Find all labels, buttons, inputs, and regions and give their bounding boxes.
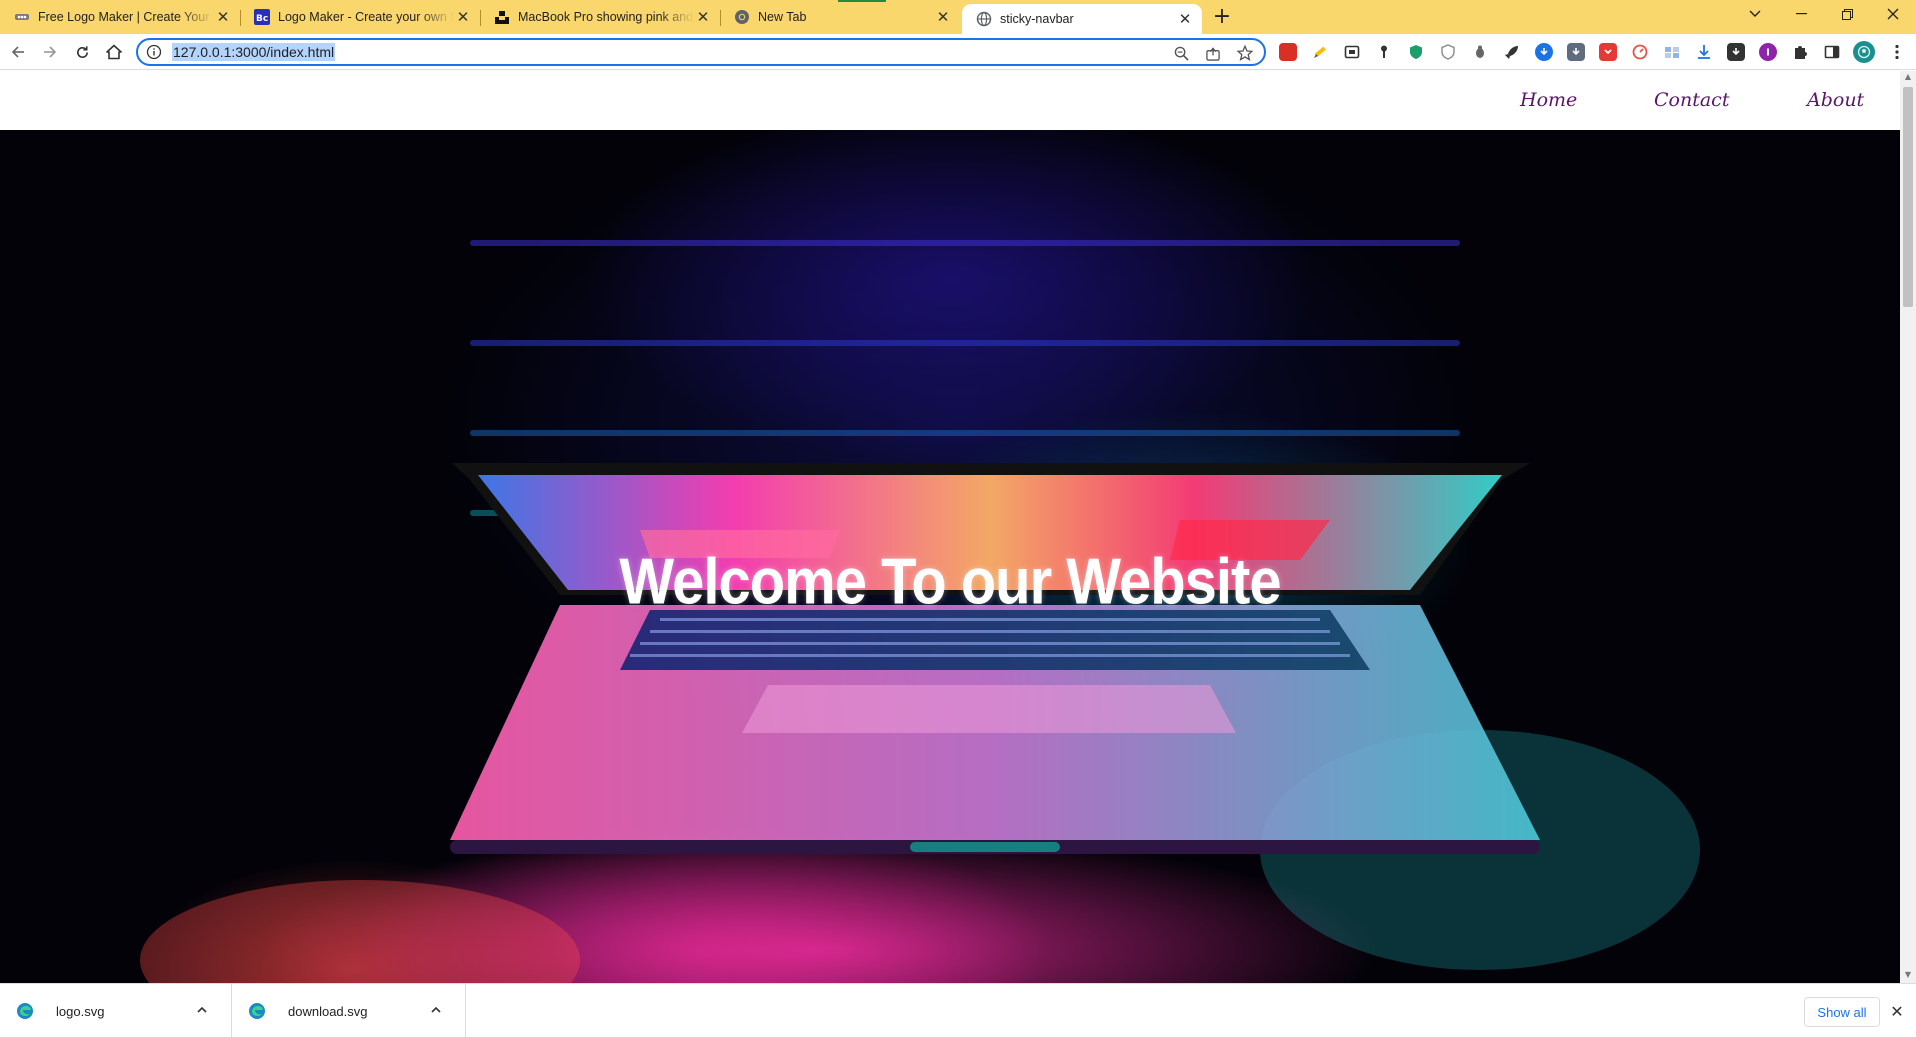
tab-title: New Tab xyxy=(758,10,807,24)
tab-title: Logo Maker - Create your own S xyxy=(278,10,454,24)
tab-close-icon[interactable]: ✕ xyxy=(1176,10,1194,28)
page-viewport: Home Contact About Welcome To our Websit… xyxy=(0,71,1900,983)
extension-arrow-down-icon[interactable] xyxy=(1695,43,1713,61)
tab-title: sticky-navbar xyxy=(1000,12,1074,26)
extension-purple-icon[interactable] xyxy=(1759,43,1777,61)
bookmark-star-icon[interactable] xyxy=(1236,44,1254,62)
extension-red-icon[interactable] xyxy=(1279,43,1297,61)
tab-logo-maker[interactable]: Bc Logo Maker - Create your own S ✕ xyxy=(240,0,480,34)
download-bar-close-icon[interactable]: ✕ xyxy=(1888,1002,1906,1021)
extensions-puzzle-icon[interactable] xyxy=(1791,43,1809,61)
download-item[interactable]: download.svg xyxy=(232,984,466,1037)
extension-bug-icon[interactable] xyxy=(1471,43,1489,61)
address-url[interactable]: 127.0.0.1:3000/index.html xyxy=(172,43,336,61)
site-info-icon[interactable] xyxy=(146,44,162,60)
tab-close-icon[interactable]: ✕ xyxy=(454,8,472,26)
bc-favicon-icon: Bc xyxy=(254,9,270,25)
extension-key-icon[interactable] xyxy=(1375,43,1393,61)
tab-sticky-navbar[interactable]: sticky-navbar ✕ xyxy=(962,4,1202,34)
download-filename: download.svg xyxy=(288,1003,368,1019)
edge-file-icon xyxy=(249,1003,265,1019)
window-close-icon[interactable] xyxy=(1870,0,1916,28)
hero-title: Welcome To our Website xyxy=(619,545,1281,618)
reload-icon[interactable] xyxy=(70,40,94,64)
download-filename: logo.svg xyxy=(56,1003,105,1019)
hero-section: Welcome To our Website xyxy=(0,130,1900,983)
extension-download-dark-icon[interactable] xyxy=(1727,43,1745,61)
tab-macbook-pro[interactable]: MacBook Pro showing pink and c ✕ xyxy=(480,0,720,34)
sticky-navbar: Home Contact About xyxy=(0,71,1900,130)
tab-new-tab[interactable]: New Tab ✕ xyxy=(720,0,960,34)
scroll-up-arrow-icon[interactable]: ▲ xyxy=(1904,73,1912,81)
nav-link-home[interactable]: Home xyxy=(1520,89,1577,111)
globe-favicon-icon xyxy=(976,11,992,27)
nav-link-about[interactable]: About xyxy=(1807,89,1864,111)
browser-toolbar: 127.0.0.1:3000/index.html xyxy=(0,34,1916,70)
extension-download-blue-icon[interactable] xyxy=(1535,43,1553,61)
tab-close-icon[interactable]: ✕ xyxy=(934,8,952,26)
extension-highlighter-icon[interactable] xyxy=(1311,43,1329,61)
tab-strip: Free Logo Maker | Create Your Lo ✕ Bc Lo… xyxy=(0,0,1916,34)
download-bar: logo.svg download.svg Show all ✕ xyxy=(0,983,1916,1037)
extension-grid-icon[interactable] xyxy=(1663,43,1681,61)
zoom-icon[interactable] xyxy=(1172,44,1190,62)
extension-gauge-icon[interactable] xyxy=(1631,43,1649,61)
scrollbar-thumb[interactable] xyxy=(1903,87,1913,307)
back-arrow-icon[interactable] xyxy=(6,40,30,64)
menu-dots-icon[interactable] xyxy=(1888,43,1906,61)
nav-link-contact[interactable]: Contact xyxy=(1654,89,1729,111)
forward-arrow-icon[interactable] xyxy=(38,40,62,64)
page-scrollbar[interactable]: ▲ ▼ xyxy=(1900,71,1916,983)
extension-save-icon[interactable] xyxy=(1567,43,1585,61)
home-icon[interactable] xyxy=(102,40,126,64)
logo-maker-favicon-icon xyxy=(14,9,30,25)
download-chevron-up-icon[interactable] xyxy=(429,1003,443,1017)
unsplash-favicon-icon xyxy=(494,9,510,25)
tab-close-icon[interactable]: ✕ xyxy=(694,8,712,26)
extension-rocket-icon[interactable] xyxy=(1503,43,1521,61)
edge-file-icon xyxy=(17,1003,33,1019)
address-bar[interactable]: 127.0.0.1:3000/index.html xyxy=(136,38,1266,66)
extension-shield-gray-icon[interactable] xyxy=(1439,43,1457,61)
tab-free-logo-maker[interactable]: Free Logo Maker | Create Your Lo ✕ xyxy=(0,0,240,34)
download-chevron-up-icon[interactable] xyxy=(195,1003,209,1017)
extension-screen-icon[interactable] xyxy=(1343,43,1361,61)
svg-text:Bc: Bc xyxy=(256,14,268,24)
scroll-down-arrow-icon[interactable]: ▼ xyxy=(1904,971,1912,979)
side-panel-icon[interactable] xyxy=(1823,43,1841,61)
minimize-icon[interactable] xyxy=(1778,0,1824,28)
chrome-favicon-icon xyxy=(734,9,750,25)
share-icon[interactable] xyxy=(1204,44,1222,62)
tab-title: Free Logo Maker | Create Your Lo xyxy=(38,10,214,24)
tab-close-icon[interactable]: ✕ xyxy=(214,8,232,26)
new-tab-plus-icon[interactable]: + xyxy=(1210,6,1234,30)
tab-search-chevron-icon[interactable] xyxy=(1732,0,1778,28)
extension-shield-green-icon[interactable] xyxy=(1407,43,1425,61)
extension-pocket-icon[interactable] xyxy=(1599,43,1617,61)
download-item[interactable]: logo.svg xyxy=(0,984,232,1037)
profile-avatar-icon[interactable] xyxy=(1853,41,1875,63)
tab-title: MacBook Pro showing pink and c xyxy=(518,10,694,24)
show-all-button[interactable]: Show all xyxy=(1804,997,1880,1027)
restore-icon[interactable] xyxy=(1824,0,1870,28)
